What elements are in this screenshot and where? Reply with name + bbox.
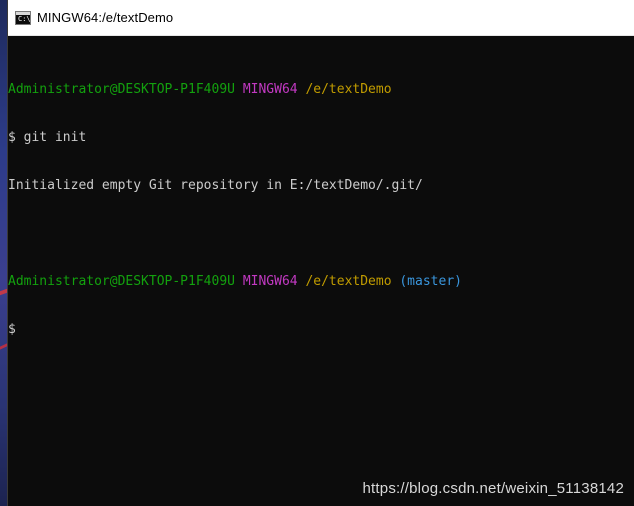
- console-icon[interactable]: C:\: [15, 10, 31, 25]
- console-icon-glyph: C:\: [18, 14, 31, 23]
- terminal-output[interactable]: Administrator@DESKTOP-P1F409U MINGW64 /e…: [8, 36, 634, 370]
- input-prompt[interactable]: $: [8, 322, 634, 338]
- wallpaper-streak: [0, 288, 7, 296]
- wallpaper-streak: [0, 343, 7, 350]
- prompt-path: /e/textDemo: [305, 274, 392, 289]
- prompt-path: /e/textDemo: [305, 82, 392, 97]
- title-bar[interactable]: C:\ MINGW64:/e/textDemo: [8, 0, 634, 36]
- watermark: https://blog.csdn.net/weixin_51138142: [362, 480, 624, 497]
- prompt-user: Administrator@DESKTOP-P1F409U: [8, 82, 235, 97]
- prompt-system: MINGW64: [242, 82, 298, 97]
- terminal-window[interactable]: C:\ MINGW64:/e/textDemo Administrator@DE…: [7, 0, 634, 506]
- prompt-user: Administrator@DESKTOP-P1F409U: [8, 274, 235, 289]
- screen: C:\ MINGW64:/e/textDemo Administrator@DE…: [0, 0, 634, 506]
- window-title: MINGW64:/e/textDemo: [37, 10, 174, 25]
- prompt-line: Administrator@DESKTOP-P1F409U MINGW64 /e…: [8, 82, 634, 98]
- desktop-background: [0, 0, 7, 506]
- command-line: $ git init: [8, 130, 87, 145]
- output-line: Initialized empty Git repository in E:/t…: [8, 178, 423, 193]
- prompt-line: Administrator@DESKTOP-P1F409U MINGW64 /e…: [8, 274, 634, 290]
- prompt-branch: (master): [399, 274, 462, 289]
- prompt-system: MINGW64: [242, 274, 298, 289]
